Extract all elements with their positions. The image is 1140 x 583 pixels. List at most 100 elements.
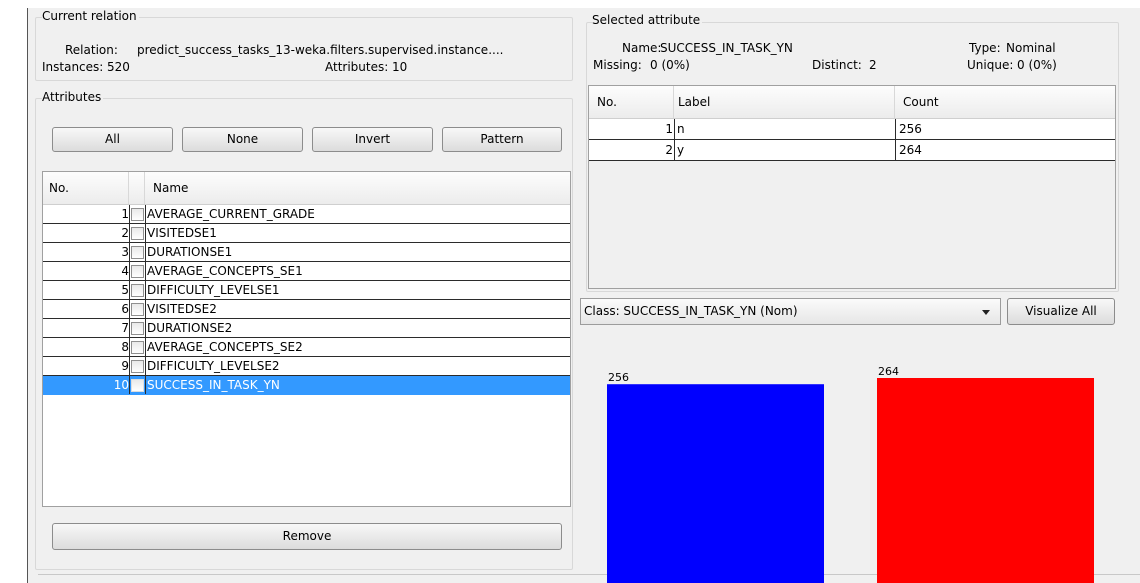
relation-label: Relation:	[65, 43, 118, 57]
row-number: 1	[665, 122, 673, 136]
attributes-table-header: No. Name	[43, 172, 570, 205]
name-label: Name:	[622, 41, 662, 55]
class-distribution-chart: 256 264	[607, 365, 1094, 583]
row-number: 4	[121, 264, 129, 278]
row-number: 9	[121, 359, 129, 373]
table-row[interactable]: 2 VISITEDSE1	[43, 224, 570, 243]
unique-label: Unique:	[967, 58, 1014, 72]
bar-value-label: 264	[878, 365, 899, 378]
attribute-name: VISITEDSE1	[147, 226, 217, 240]
row-number: 8	[121, 340, 129, 354]
attribute-name: VISITEDSE2	[147, 302, 217, 316]
row-checkbox[interactable]	[131, 265, 144, 278]
class-selector-value: Class: SUCCESS_IN_TASK_YN (Nom)	[584, 304, 798, 318]
unique-value: 0 (0%)	[1017, 58, 1057, 72]
table-row[interactable]: 5 DIFFICULTY_LEVELSE1	[43, 281, 570, 300]
cell-divider	[129, 357, 130, 375]
row-checkbox[interactable]	[131, 341, 144, 354]
attribute-name: DURATIONSE2	[147, 321, 233, 335]
cell-divider	[129, 243, 130, 261]
visualize-all-button[interactable]: Visualize All	[1007, 298, 1115, 325]
cell-divider	[145, 243, 146, 261]
cell-divider	[145, 224, 146, 242]
attribute-name: AVERAGE_CURRENT_GRADE	[147, 207, 315, 221]
column-header-no[interactable]: No.	[43, 172, 129, 204]
missing-value: 0 (0%)	[650, 58, 690, 72]
row-checkbox[interactable]	[131, 303, 144, 316]
class-selector[interactable]: Class: SUCCESS_IN_TASK_YN (Nom)	[580, 298, 1001, 325]
table-row[interactable]: 9 DIFFICULTY_LEVELSE2	[43, 357, 570, 376]
cell-divider	[129, 338, 130, 356]
missing-label: Missing:	[593, 58, 642, 72]
table-row[interactable]: 6 VISITEDSE2	[43, 300, 570, 319]
label-value: n	[677, 122, 685, 136]
attribute-name: SUCCESS_IN_TASK_YN	[147, 378, 280, 392]
invert-button[interactable]: Invert	[312, 127, 433, 152]
bar-n	[607, 384, 824, 583]
cell-divider	[145, 300, 146, 318]
column-header-name-label: Name	[153, 181, 189, 195]
cell-divider	[895, 140, 896, 160]
table-row[interactable]: 1 AVERAGE_CURRENT_GRADE	[43, 205, 570, 224]
row-number: 2	[665, 143, 673, 157]
cell-divider	[895, 119, 896, 139]
row-checkbox[interactable]	[131, 227, 144, 240]
attribute-name: AVERAGE_CONCEPTS_SE2	[147, 340, 303, 354]
column-header-no-label: No.	[49, 181, 69, 195]
row-checkbox[interactable]	[131, 208, 144, 221]
cell-divider	[674, 140, 675, 160]
row-number: 3	[121, 245, 129, 259]
label-value: y	[677, 143, 685, 157]
table-row[interactable]: 3 DURATIONSE1	[43, 243, 570, 262]
table-row[interactable]: 10 SUCCESS_IN_TASK_YN	[43, 376, 570, 395]
cell-divider	[145, 262, 146, 280]
attribute-name: AVERAGE_CONCEPTS_SE1	[147, 264, 303, 278]
table-row[interactable]: 1 n 256	[589, 119, 1115, 140]
bar-y	[877, 378, 1094, 583]
cell-divider	[145, 376, 146, 394]
table-row[interactable]: 2 y 264	[589, 140, 1115, 161]
row-number: 7	[121, 321, 129, 335]
attributes-count-label: Attributes:	[325, 60, 389, 74]
labels-table[interactable]: No. Label Count 1 n 256 2 y 264	[588, 85, 1116, 289]
column-header-label[interactable]: Label	[674, 86, 895, 118]
remove-button[interactable]: Remove	[52, 523, 562, 550]
cell-divider	[129, 262, 130, 280]
row-checkbox[interactable]	[131, 284, 144, 297]
row-checkbox[interactable]	[131, 322, 144, 335]
column-header-no[interactable]: No.	[589, 86, 674, 118]
instances-label: Instances:	[42, 60, 104, 74]
cell-divider	[129, 376, 130, 394]
row-number: 10	[113, 378, 129, 392]
pattern-button[interactable]: Pattern	[442, 127, 562, 152]
attributes-table[interactable]: No. Name 1 AVERAGE_CURRENT_GRADE 2 VISITEDS…	[42, 171, 571, 507]
selected-attribute-title: Selected attribute	[592, 13, 703, 28]
count-value: 256	[899, 122, 922, 136]
table-row[interactable]: 8 AVERAGE_CONCEPTS_SE2	[43, 338, 570, 357]
cell-divider	[129, 300, 130, 318]
labels-column-count: Count	[903, 95, 939, 109]
all-button[interactable]: All	[52, 127, 173, 152]
attribute-name: DIFFICULTY_LEVELSE2	[147, 359, 280, 373]
column-header-name[interactable]: Name	[145, 172, 570, 204]
bar-value-label: 256	[608, 371, 629, 384]
row-checkbox[interactable]	[131, 379, 144, 392]
labels-column-label: Label	[678, 95, 711, 109]
current-relation-title: Current relation	[42, 9, 139, 24]
cell-divider	[129, 281, 130, 299]
cell-divider	[129, 224, 130, 242]
column-header-count[interactable]: Count	[895, 86, 1115, 118]
type-label: Type:	[969, 41, 1001, 55]
row-checkbox[interactable]	[131, 360, 144, 373]
table-row[interactable]: 7 DURATIONSE2	[43, 319, 570, 338]
attributes-count-value: 10	[392, 60, 408, 74]
distinct-label: Distinct:	[812, 58, 862, 72]
instances-value: 520	[107, 60, 130, 74]
attribute-name: DIFFICULTY_LEVELSE1	[147, 283, 280, 297]
none-button[interactable]: None	[182, 127, 303, 152]
dropdown-arrow-icon	[982, 310, 990, 315]
cell-divider	[145, 319, 146, 337]
table-row[interactable]: 4 AVERAGE_CONCEPTS_SE1	[43, 262, 570, 281]
row-checkbox[interactable]	[131, 246, 144, 259]
row-number: 1	[121, 207, 129, 221]
